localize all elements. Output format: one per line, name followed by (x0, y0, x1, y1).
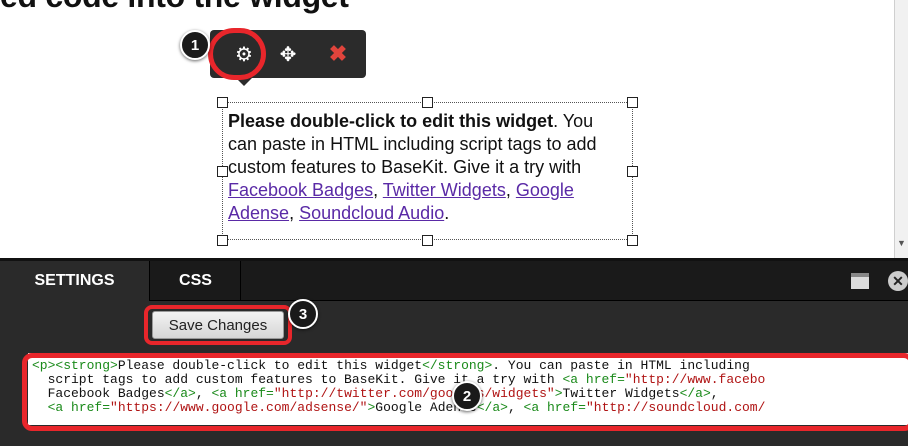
settings-panel: SETTINGS CSS ✕ Save Changes 3 <p><strong… (0, 258, 908, 446)
panel-close-icon[interactable]: ✕ (888, 271, 908, 291)
widget-content: Please double-click to edit this widget.… (228, 111, 597, 223)
delete-button[interactable]: ✖ (318, 30, 358, 78)
panel-tabbar: SETTINGS CSS ✕ (0, 261, 908, 301)
link-facebook-badges[interactable]: Facebook Badges (228, 180, 373, 200)
resize-handle-s[interactable] (422, 235, 433, 246)
save-changes-button[interactable]: Save Changes (152, 311, 284, 339)
tab-css[interactable]: CSS (151, 261, 241, 301)
move-icon: ✥ (279, 43, 297, 66)
callout-badge-2: 2 (452, 381, 482, 411)
resize-handle-n[interactable] (422, 97, 433, 108)
resize-handle-e[interactable] (627, 166, 638, 177)
resize-handle-se[interactable] (627, 235, 638, 246)
resize-handle-sw[interactable] (217, 235, 228, 246)
close-icon: ✖ (328, 41, 348, 66)
window-icon[interactable] (851, 273, 869, 289)
resize-handle-nw[interactable] (217, 97, 228, 108)
callout-badge-1: 1 (180, 30, 210, 60)
tab-settings[interactable]: SETTINGS (0, 261, 150, 301)
widget-lead: Please double-click to edit this widget (228, 111, 554, 131)
scroll-down-icon[interactable]: ▼ (897, 238, 906, 248)
page-heading: ed code into the widget (0, 0, 349, 15)
resize-handle-w[interactable] (217, 166, 228, 177)
move-button[interactable]: ✥ (268, 30, 308, 78)
page-scrollbar[interactable]: ▼ (894, 0, 908, 258)
resize-handle-ne[interactable] (627, 97, 638, 108)
link-soundcloud-audio[interactable]: Soundcloud Audio (299, 203, 444, 223)
callout-badge-3: 3 (288, 299, 318, 329)
link-twitter-widgets[interactable]: Twitter Widgets (383, 180, 506, 200)
highlight-ring-settings (208, 28, 266, 80)
